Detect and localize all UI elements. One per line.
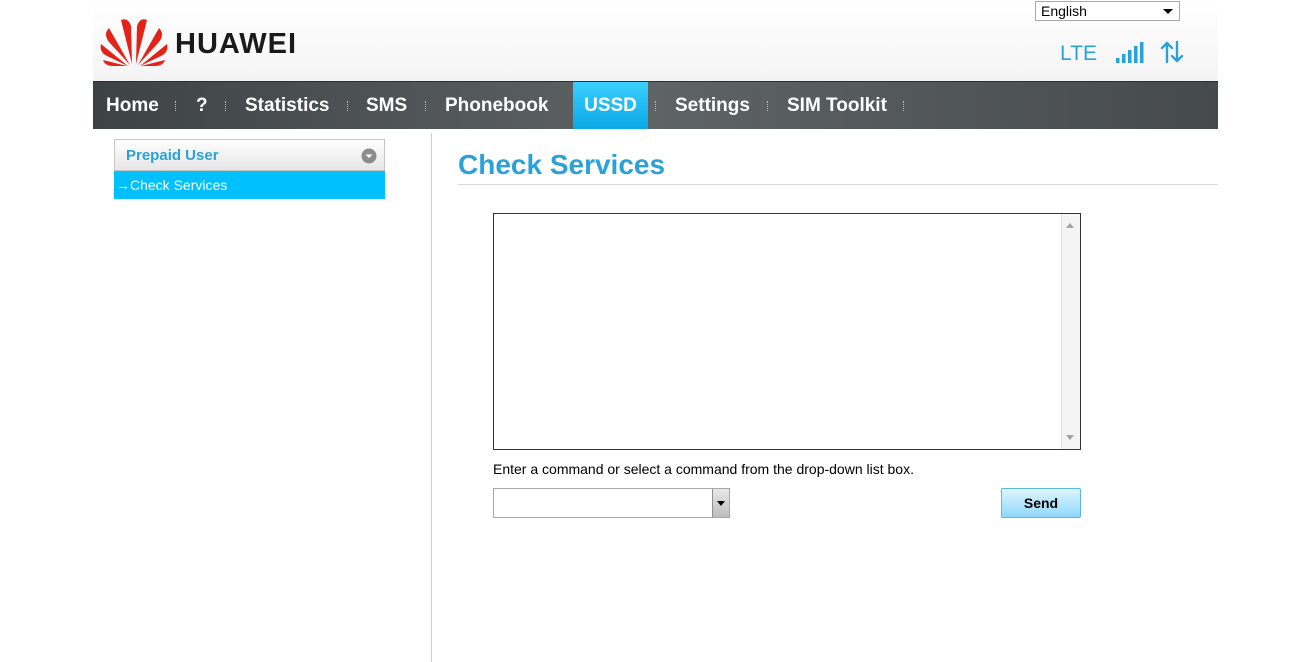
nav-item-settings[interactable]: Settings — [675, 82, 750, 129]
chevron-down-icon — [1163, 9, 1173, 14]
scrollbar[interactable] — [1061, 214, 1080, 449]
nav-separator — [425, 101, 427, 111]
nav-separator — [655, 101, 657, 111]
nav-separator — [175, 101, 177, 111]
language-select[interactable]: English — [1035, 1, 1180, 21]
divider — [431, 133, 432, 662]
command-select-toggle[interactable] — [712, 489, 729, 517]
nav-separator — [225, 101, 227, 111]
nav-item-sim-toolkit[interactable]: SIM Toolkit — [787, 82, 887, 129]
nav-item-ussd[interactable]: USSD — [573, 82, 648, 129]
nav-item-phonebook[interactable]: Phonebook — [445, 82, 548, 129]
title-divider — [458, 184, 1218, 185]
huawei-logo — [100, 19, 168, 66]
page-title: Check Services — [458, 149, 666, 180]
data-transfer-icon — [1160, 40, 1184, 64]
nav-separator — [903, 101, 905, 111]
ussd-response-box[interactable] — [493, 213, 1081, 450]
scroll-up-icon[interactable] — [1066, 223, 1074, 228]
brand-name: HUAWEI — [175, 28, 297, 60]
nav-item-sms[interactable]: SMS — [366, 82, 407, 129]
network-type: LTE — [1060, 42, 1097, 65]
language-select-value: English — [1041, 3, 1087, 19]
nav-item-statistics[interactable]: Statistics — [245, 82, 329, 129]
nav-item-help[interactable]: ? — [196, 82, 208, 129]
command-hint: Enter a command or select a command from… — [493, 461, 914, 477]
scroll-down-icon[interactable] — [1066, 435, 1074, 440]
chevron-down-icon — [717, 501, 725, 506]
collapse-icon[interactable] — [361, 148, 377, 164]
sidebar-group-label: Prepaid User — [126, 147, 219, 164]
header: HUAWEI English LTE — [93, 0, 1218, 81]
sidebar-group-header[interactable]: Prepaid User — [114, 139, 385, 171]
nav-separator — [767, 101, 769, 111]
command-select[interactable] — [493, 488, 730, 518]
signal-strength-icon — [1116, 42, 1144, 63]
send-button[interactable]: Send — [1001, 488, 1081, 518]
nav-separator — [347, 101, 349, 111]
nav-item-home[interactable]: Home — [106, 82, 159, 129]
main-nav: Home ? Statistics SMS Phonebook USSD Set… — [93, 81, 1218, 129]
sidebar-item-check-services[interactable]: →Check Services — [114, 171, 385, 199]
